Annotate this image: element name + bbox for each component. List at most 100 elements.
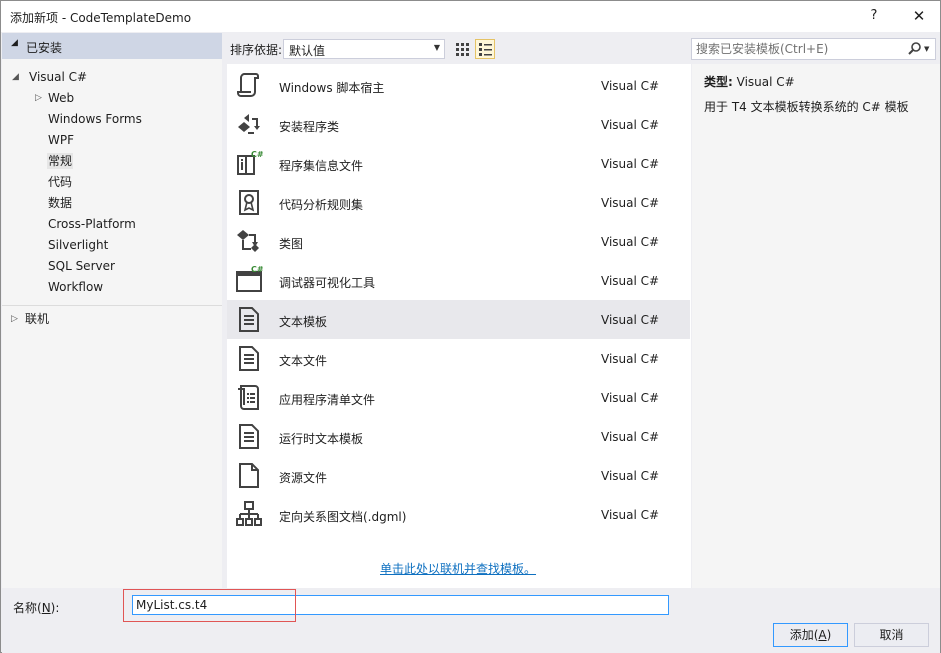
sort-selected-value: 默认值	[289, 44, 326, 58]
sort-dropdown[interactable]: 默认值 ▼	[283, 39, 445, 59]
template-row[interactable]: 资源文件 Visual C#	[227, 456, 690, 495]
title-bar: 添加新项 - CodeTemplateDemo ? ✕	[1, 1, 940, 32]
text-file-icon	[239, 346, 259, 371]
dgml-icon	[236, 501, 262, 526]
template-row[interactable]: Windows 脚本宿主 Visual C#	[227, 66, 690, 105]
grid-view-icon	[456, 43, 469, 56]
tree-item-silverlight[interactable]: Silverlight	[48, 235, 108, 255]
list-view-icon	[479, 43, 492, 56]
installer-class-icon	[238, 114, 260, 134]
grid-view-button[interactable]	[452, 39, 472, 59]
tree-item-label: WPF	[48, 133, 75, 147]
template-row[interactable]: C# 调试器可视化工具 Visual C#	[227, 261, 690, 300]
tree-item-label: Web	[48, 91, 75, 105]
template-language: Visual C#	[601, 274, 660, 288]
template-name: 定向关系图文档(.dgml)	[279, 510, 407, 524]
chevron-down-icon[interactable]: ▼	[924, 45, 929, 53]
template-name: 应用程序清单文件	[279, 393, 376, 407]
list-view-button[interactable]	[475, 39, 495, 59]
tree-item-label: 代码	[48, 175, 73, 189]
template-name: 类图	[279, 237, 304, 251]
template-language: Visual C#	[601, 235, 660, 249]
name-field[interactable]	[132, 595, 669, 615]
template-language: Visual C#	[601, 430, 660, 444]
template-language: Visual C#	[601, 196, 660, 210]
tree-item-label: Cross-Platform	[48, 217, 136, 231]
resource-file-icon	[239, 463, 259, 488]
template-row[interactable]: 文本模板 Visual C#	[227, 300, 690, 339]
template-row[interactable]: 类图 Visual C#	[227, 222, 690, 261]
template-row[interactable]: C# 程序集信息文件 Visual C#	[227, 144, 690, 183]
template-row[interactable]: 文本文件 Visual C#	[227, 339, 690, 378]
script-host-icon	[237, 73, 259, 97]
svg-text:C#: C#	[251, 266, 263, 274]
search-input[interactable]	[696, 41, 901, 57]
add-button[interactable]: 添加(A)	[773, 623, 848, 647]
type-value: Visual C#	[736, 75, 795, 89]
tree-item-cross-platform[interactable]: Cross-Platform	[48, 214, 136, 234]
tree-item-code[interactable]: 代码	[48, 172, 72, 192]
search-box[interactable]: ▼	[691, 38, 936, 60]
find-templates-online-link[interactable]: 单击此处以联机并查找模板。	[380, 560, 536, 577]
expanded-arrow-icon: ◢	[11, 38, 18, 48]
template-row[interactable]: 应用程序清单文件 Visual C#	[227, 378, 690, 417]
tree-item-general[interactable]: 常规	[47, 151, 74, 171]
add-button-accesskey: A	[818, 628, 827, 642]
name-label: 名称(N):	[13, 599, 59, 616]
class-diagram-icon	[237, 230, 259, 252]
template-language: Visual C#	[601, 157, 660, 171]
tree-item-label: 联机	[25, 312, 50, 326]
template-language: Visual C#	[601, 79, 660, 93]
cancel-button[interactable]: 取消	[854, 623, 929, 647]
tree-item-sql-server[interactable]: SQL Server	[48, 256, 115, 276]
template-row[interactable]: 定向关系图文档(.dgml) Visual C#	[227, 495, 690, 534]
add-button-prefix: 添加(	[789, 628, 819, 642]
installed-header[interactable]: ◢ 已安装	[2, 33, 222, 59]
template-row[interactable]: 安装程序类 Visual C#	[227, 105, 690, 144]
template-name: 运行时文本模板	[279, 432, 364, 446]
name-label-prefix: 名称(	[13, 601, 42, 615]
tree-item-label: Workflow	[48, 280, 104, 294]
tree-item-data[interactable]: 数据	[48, 193, 72, 213]
type-label: 类型:	[704, 75, 733, 89]
add-new-item-dialog: 添加新项 - CodeTemplateDemo ? ✕ ◢ 已安装 ◢ Visu…	[0, 0, 941, 653]
type-line: 类型: Visual C#	[704, 73, 795, 90]
template-language: Visual C#	[601, 391, 660, 405]
sort-toolbar: 排序依据: 默认值 ▼	[222, 33, 692, 63]
template-language: Visual C#	[601, 469, 660, 483]
tree-item-workflow[interactable]: Workflow	[48, 277, 103, 297]
template-language: Visual C#	[601, 352, 660, 366]
ruleset-icon	[239, 190, 259, 215]
close-button[interactable]: ✕	[904, 5, 934, 27]
template-row[interactable]: 代码分析规则集 Visual C#	[227, 183, 690, 222]
window-title: 添加新项 - CodeTemplateDemo	[10, 11, 192, 25]
chevron-down-icon: ▼	[433, 43, 440, 52]
template-name: 程序集信息文件	[279, 159, 364, 173]
template-language: Visual C#	[601, 508, 660, 522]
template-name: 安装程序类	[279, 120, 340, 134]
name-label-accesskey: N	[41, 601, 51, 615]
collapsed-arrow-icon[interactable]: ▷	[35, 88, 42, 108]
help-button[interactable]: ?	[859, 5, 889, 27]
runtime-template-icon	[239, 424, 259, 449]
template-list: Windows 脚本宿主 Visual C# 安装程序类 Visual C# C…	[227, 64, 691, 588]
collapsed-arrow-icon[interactable]: ▷	[11, 309, 18, 329]
template-name: Windows 脚本宿主	[279, 81, 385, 95]
template-language: Visual C#	[601, 118, 660, 132]
search-icon[interactable]	[908, 41, 922, 57]
template-row[interactable]: 运行时文本模板 Visual C#	[227, 417, 690, 456]
tree-item-wpf[interactable]: WPF	[48, 130, 74, 150]
sort-label: 排序依据:	[230, 43, 283, 57]
tree-item-windows-forms[interactable]: Windows Forms	[48, 109, 142, 129]
template-name: 调试器可视化工具	[279, 276, 376, 290]
template-language: Visual C#	[601, 313, 660, 327]
name-label-suffix: ):	[50, 601, 60, 615]
text-template-icon	[239, 307, 259, 332]
add-button-suffix: )	[826, 628, 832, 642]
category-panel: ◢ 已安装 ◢ Visual C# ▷ Web Windows Forms WP…	[2, 33, 222, 588]
expanded-arrow-icon[interactable]: ◢	[12, 67, 19, 87]
template-description: 用于 T4 文本模板转换系统的 C# 模板	[704, 100, 909, 114]
template-name: 资源文件	[279, 471, 328, 485]
svg-text:C#: C#	[251, 150, 263, 159]
bottom-bar: 名称(N): 添加(A) 取消	[2, 589, 940, 653]
